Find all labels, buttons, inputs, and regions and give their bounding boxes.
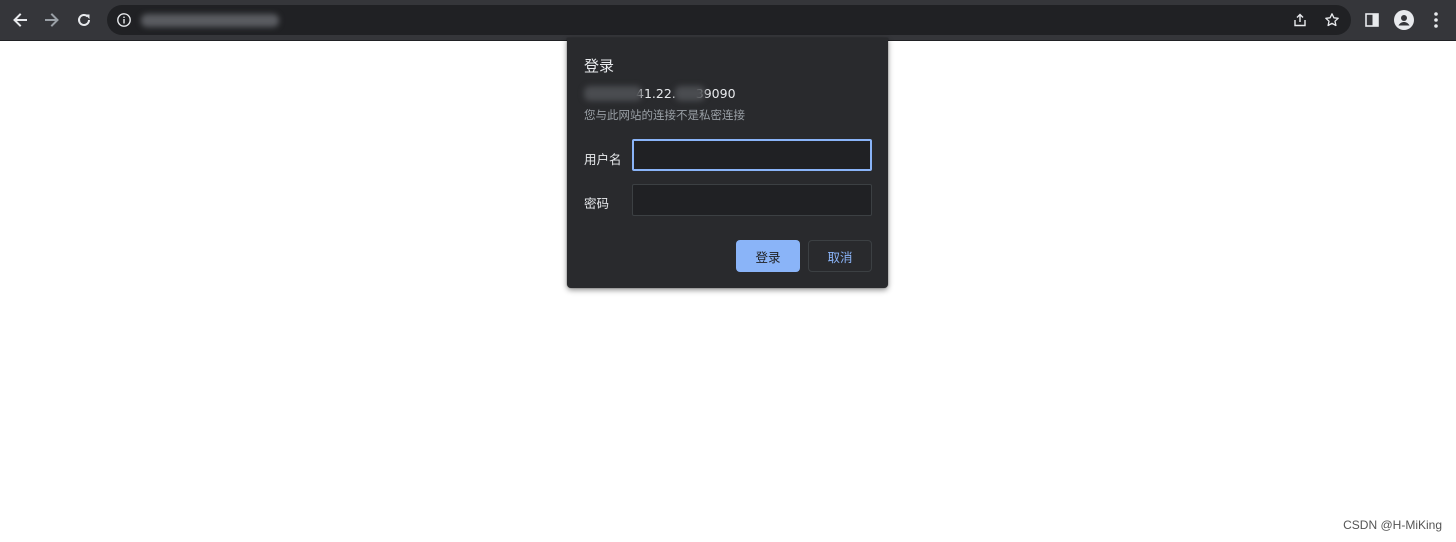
origin-redacted-2 [675,86,705,101]
info-icon[interactable] [116,12,132,28]
cancel-button[interactable]: 取消 [808,240,872,272]
browser-toolbar [0,0,1456,41]
arrow-right-icon [45,13,59,27]
url-text-redacted [141,14,279,27]
origin-redacted-1 [584,86,642,101]
kebab-menu-icon [1434,12,1438,28]
sign-in-dialog: 登录 41.22. 39090 您与此网站的连接不是私密连接 用户名 密码 登录 … [567,38,888,288]
dialog-title: 登录 [584,57,615,75]
password-label: 密码 [584,196,610,211]
reload-button[interactable] [71,7,97,33]
address-bar[interactable] [107,5,1351,35]
share-icon[interactable] [1292,12,1308,28]
profile-avatar-icon [1394,10,1414,30]
side-panel-button[interactable] [1362,10,1382,30]
side-panel-icon [1365,13,1379,27]
star-icon[interactable] [1324,12,1340,28]
menu-button[interactable] [1426,10,1446,30]
back-button[interactable] [7,7,33,33]
username-label: 用户名 [584,152,622,167]
forward-button[interactable] [39,7,65,33]
profile-button[interactable] [1394,10,1414,30]
arrow-left-icon [13,13,27,27]
password-field[interactable] [632,184,872,216]
reload-icon [78,13,90,26]
username-field[interactable] [632,139,872,171]
connection-warning: 您与此网站的连接不是私密连接 [584,108,745,122]
watermark: CSDN @H-MiKing [1343,518,1442,532]
login-button[interactable]: 登录 [736,240,800,272]
